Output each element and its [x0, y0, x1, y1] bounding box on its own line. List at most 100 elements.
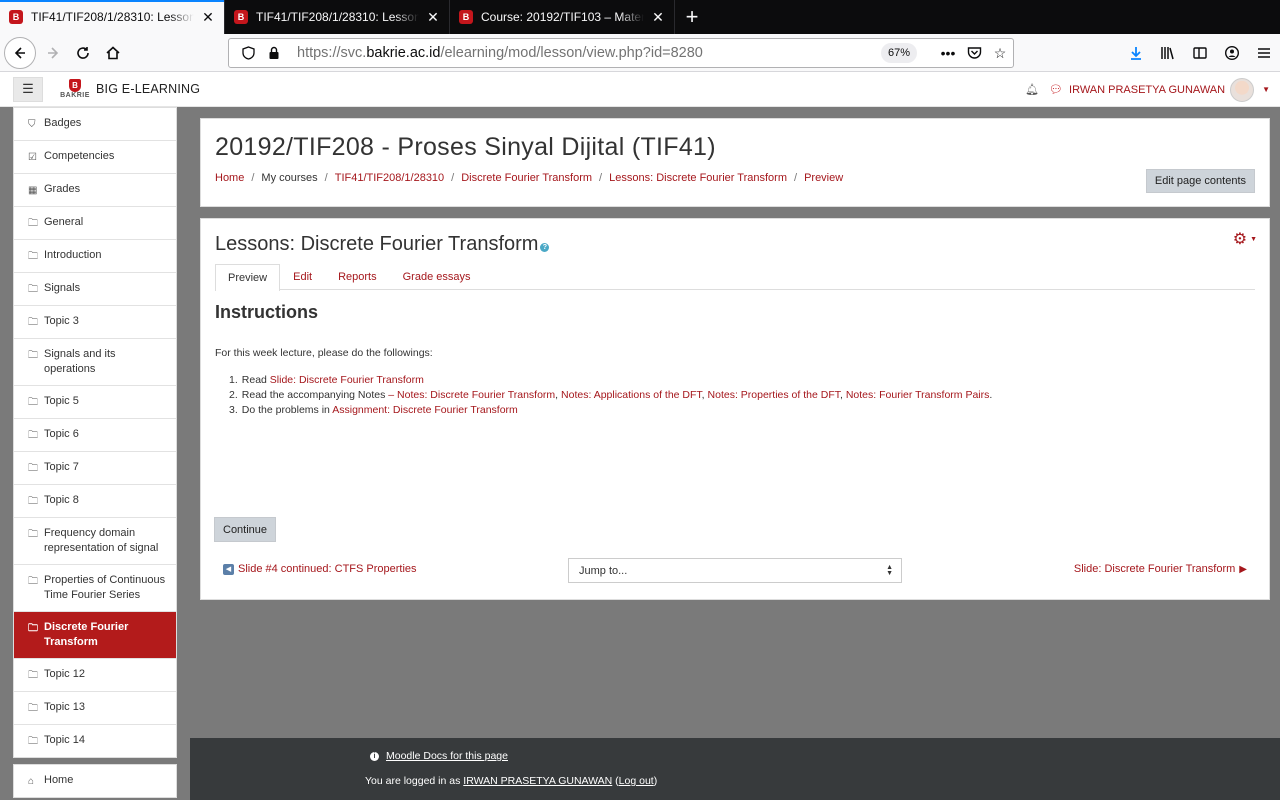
tracking-shield-icon[interactable] [235, 46, 261, 60]
site-header: ☰ B BAKRIE BIG E-LEARNING 🔔︎ 💬︎ IRWAN PR… [0, 72, 1280, 107]
step-text: . [989, 389, 993, 401]
next-page-label: Slide: Discrete Fourier Transform [1073, 563, 1236, 575]
sidebar-item-signals[interactable]: 🗀︎ Signals [14, 273, 176, 306]
sidebar-item-label: Grades [44, 183, 81, 195]
resource-link[interactable]: Notes: Properties of the DFT [708, 389, 840, 401]
url-bar[interactable]: https://svc.bakrie.ac.id/elearning/mod/l… [228, 38, 1014, 68]
bakrie-favicon-icon: B [459, 10, 473, 24]
browser-tab-2[interactable]: B TIF41/TIF208/1/28310: Lesson ✕ [225, 0, 450, 34]
sidebar-item-general[interactable]: 🗀︎ General [14, 207, 176, 240]
account-icon[interactable] [1216, 38, 1248, 68]
sidebar-item-properties-of-continuous-time-fourier-series[interactable]: 🗀︎ Properties of Continuous Time Fourier … [14, 565, 176, 612]
edit-page-contents-button[interactable]: Edit page contents [1145, 169, 1255, 193]
help-icon[interactable]: ? [540, 242, 550, 252]
lock-icon[interactable] [261, 46, 287, 60]
sidebar-item-topic-5[interactable]: 🗀︎ Topic 5 [14, 386, 176, 419]
sidebar-toggle-icon[interactable] [1184, 38, 1216, 68]
zoom-level[interactable]: 67% [880, 43, 917, 63]
sidebar-item-topic-3[interactable]: 🗀︎ Topic 3 [14, 306, 176, 339]
tab-reports[interactable]: Reports [325, 264, 390, 289]
browser-tab-1[interactable]: B TIF41/TIF208/1/28310: Lesson ✕ [0, 0, 225, 34]
breadcrumb-item[interactable]: Discrete Fourier Transform [461, 172, 592, 184]
sidebar-item-topic-8[interactable]: 🗀︎ Topic 8 [14, 485, 176, 518]
sidebar-item-badges[interactable]: ⛉ Badges [14, 108, 176, 141]
download-icon[interactable] [1120, 38, 1152, 68]
university-logo[interactable]: B BAKRIE [58, 78, 92, 100]
settings-menu[interactable]: ⚙ ▼ [1233, 229, 1257, 249]
sidebar-item-topic-14[interactable]: 🗀︎ Topic 14 [14, 725, 176, 757]
lesson-title: Lessons: Discrete Fourier Transform ? [215, 233, 1255, 256]
instructions-heading: Instructions [215, 302, 319, 322]
folder-icon: 🗀︎ [28, 736, 38, 747]
tab-grade-essays[interactable]: Grade essays [390, 264, 484, 289]
folder-icon: 🗀︎ [28, 670, 38, 681]
lesson-card: Lessons: Discrete Fourier Transform ? ⚙ ▼… [200, 218, 1270, 600]
new-tab-icon[interactable]: + [675, 0, 709, 34]
breadcrumb-separator: / [251, 172, 255, 184]
close-tab-icon[interactable]: ✕ [425, 9, 441, 25]
sidebar-item-topic-7[interactable]: 🗀︎ Topic 7 [14, 452, 176, 485]
resource-link[interactable]: Assignment: Discrete Fourier Transform [332, 404, 518, 416]
library-icon[interactable] [1152, 38, 1184, 68]
menu-icon[interactable] [1248, 38, 1280, 68]
sidebar-item-label: Badges [44, 117, 82, 129]
folder-icon: 🗀︎ [28, 496, 38, 507]
continue-button[interactable]: Continue [214, 517, 277, 542]
resource-link[interactable]: Notes: Fourier Transform Pairs [846, 389, 990, 401]
forward-icon[interactable] [38, 38, 68, 68]
tab-preview[interactable]: Preview [215, 264, 281, 291]
chevron-down-icon[interactable]: ▼ [1262, 85, 1270, 94]
login-info: You are logged in as IRWAN PRASETYA GUNA… [365, 775, 657, 787]
sidebar-item-competencies[interactable]: ☑ Competencies [14, 141, 176, 174]
close-tab-icon[interactable]: ✕ [650, 9, 666, 25]
folder-icon: 🗀︎ [28, 317, 38, 328]
sidebar-item-topic-12[interactable]: 🗀︎ Topic 12 [14, 659, 176, 692]
url-text[interactable]: https://svc.bakrie.ac.id/elearning/mod/l… [297, 45, 881, 61]
tab-edit[interactable]: Edit [280, 264, 325, 289]
moodle-docs-link[interactable]: Moodle Docs for this page [386, 750, 508, 762]
sidebar-item-signals-and-its-operations[interactable]: 🗀︎ Signals and its operations [14, 339, 176, 386]
reload-icon[interactable] [68, 38, 98, 68]
breadcrumb-item[interactable]: Lessons: Discrete Fourier Transform [609, 172, 787, 184]
drawer-toggle-button[interactable]: ☰ [13, 76, 43, 102]
home-icon[interactable] [98, 38, 128, 68]
folder-icon: 🗀︎ [28, 576, 38, 587]
more-actions-icon[interactable]: ••• [935, 45, 961, 61]
avatar[interactable] [1230, 77, 1255, 102]
user-name[interactable]: IRWAN PRASETYA GUNAWAN [1069, 84, 1225, 96]
logout-link[interactable]: Log out [619, 775, 654, 787]
pocket-icon[interactable] [961, 46, 987, 60]
sidebar-item-home[interactable]: ⌂ Home [14, 765, 176, 797]
sidebar-item-topic-13[interactable]: 🗀︎ Topic 13 [14, 692, 176, 725]
breadcrumb-item[interactable]: Home [215, 172, 244, 184]
breadcrumb-item[interactable]: Preview [804, 172, 843, 184]
folder-icon: 🗀︎ [28, 251, 38, 262]
next-page-link[interactable]: Slide: Discrete Fourier Transform ▶ [1074, 563, 1247, 575]
sidebar-item-grades[interactable]: ▦ Grades [14, 174, 176, 207]
back-icon[interactable] [4, 36, 36, 69]
site-name[interactable]: BIG E-LEARNING [96, 82, 200, 96]
sidebar-item-discrete-fourier-transform[interactable]: 🗀︎ Discrete Fourier Transform [14, 612, 176, 659]
breadcrumb-item[interactable]: TIF41/TIF208/1/28310 [335, 172, 444, 184]
logged-in-user-link[interactable]: IRWAN PRASETYA GUNAWAN [463, 775, 612, 787]
sidebar-item-frequency-domain-representation-of-signal[interactable]: 🗀︎ Frequency domain representation of sig… [14, 518, 176, 565]
sidebar-item-introduction[interactable]: 🗀︎ Introduction [14, 240, 176, 273]
resource-link[interactable]: Slide: Discrete Fourier Transform [270, 374, 424, 386]
sidebar-item-label: Topic 13 [44, 701, 85, 713]
instruction-step: 1. Read Slide: Discrete Fourier Transform [229, 373, 1255, 388]
breadcrumb-item: My courses [261, 172, 318, 184]
jump-to-select[interactable]: Jump to... ▲ ▼ [568, 558, 902, 583]
resource-link[interactable]: – Notes: Discrete Fourier Transform [388, 389, 555, 401]
folder-icon: 🗀︎ [28, 284, 38, 295]
sidebar-item-topic-6[interactable]: 🗀︎ Topic 6 [14, 419, 176, 452]
browser-nav-bar: https://svc.bakrie.ac.id/elearning/mod/l… [0, 34, 1280, 72]
messages-icon[interactable]: 💬︎ [1049, 83, 1063, 96]
browser-tab-3[interactable]: B Course: 20192/TIF103 – Mater ✕ [450, 0, 675, 34]
notification-bell-icon[interactable]: 🔔︎ [1025, 83, 1039, 96]
tab-title: TIF41/TIF208/1/28310: Lesson [31, 10, 194, 24]
resource-link[interactable]: Notes: Applications of the DFT [561, 389, 702, 401]
previous-page-link[interactable]: ◀ Slide #4 continued: CTFS Properties [223, 563, 417, 575]
home-icon: ⌂ [28, 776, 35, 787]
close-tab-icon[interactable]: ✕ [200, 9, 216, 25]
bookmark-star-icon[interactable]: ☆ [987, 45, 1013, 62]
